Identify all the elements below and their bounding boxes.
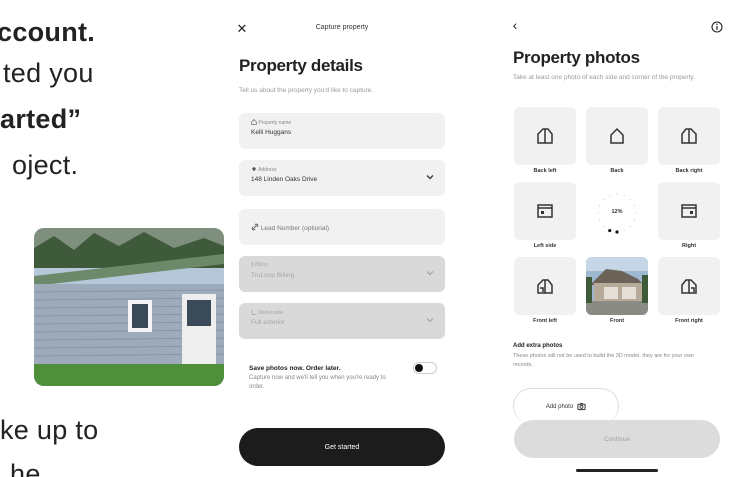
address-field[interactable]: Address 148 Linden Oaks Drive	[239, 160, 445, 196]
tile-label-back-left: Back left	[533, 168, 557, 174]
article-line-6: he	[10, 459, 41, 477]
tile-label-front-left: Front left	[533, 318, 557, 324]
add-photo-button[interactable]: Add photo	[513, 388, 619, 424]
progress-indicator: 12%	[586, 185, 648, 243]
tile-label-back: Back	[610, 168, 624, 174]
corner-house-icon	[681, 128, 697, 144]
tile-back-left[interactable]	[514, 107, 576, 165]
tile-back-right[interactable]	[658, 107, 720, 165]
article-column: ccount. ted you arted” oject. ke up to h…	[0, 0, 225, 477]
details-top-bar: ✕ Capture property	[227, 20, 457, 40]
progress-dot	[629, 225, 632, 228]
tile-label-right: Right	[681, 243, 697, 249]
progress-dot	[598, 205, 601, 207]
front-corner-icon	[681, 279, 697, 294]
chevron-down-icon	[426, 175, 434, 180]
front-corner-icon	[537, 279, 553, 294]
extra-photos-description: These photos will not be used to build t…	[513, 353, 694, 368]
progress-dot	[623, 229, 625, 232]
tile-label-front-right: Front right	[675, 318, 703, 324]
article-line-5: ke up to	[0, 415, 99, 445]
tile-label-front: Front	[609, 318, 625, 324]
get-started-button[interactable]: Get started	[239, 428, 445, 466]
link-icon	[251, 223, 259, 231]
progress-dot	[629, 198, 632, 201]
property-name-field[interactable]: Property name Kelli Huggans	[239, 113, 445, 149]
chevron-down-icon	[426, 318, 434, 323]
home-indicator	[576, 469, 658, 472]
progress-dot	[602, 198, 605, 201]
home-icon	[251, 119, 257, 125]
progress-dot	[623, 194, 625, 197]
page-title: Property details	[239, 56, 363, 75]
article-line-3: arted”	[0, 104, 82, 134]
continue-button[interactable]: Continue	[514, 420, 720, 458]
lead-number-field[interactable]: Lead Number (optional)	[239, 209, 445, 245]
tile-back[interactable]	[586, 107, 648, 165]
bill-to-label: Bill to	[255, 262, 268, 268]
progress-dot	[616, 193, 618, 195]
progress-dot	[598, 219, 601, 221]
bill-to-value: TruLoop Billing	[251, 272, 295, 279]
save-later-description: Capture now and we'll tell you when you'…	[249, 375, 386, 390]
tile-front-left[interactable]	[514, 257, 576, 315]
property-details-screen: ✕ Capture property Property details Tell…	[227, 0, 457, 477]
progress-dot	[608, 228, 612, 233]
progress-dot	[602, 225, 605, 228]
corner-house-icon	[537, 128, 553, 144]
tile-label-left-side: Left side	[533, 243, 557, 249]
bill-to-field: $ Bill to TruLoop Billing	[239, 256, 445, 292]
wall-icon	[681, 204, 697, 218]
progress-dot	[633, 205, 636, 207]
tile-front-right[interactable]	[658, 257, 720, 315]
deliverable-icon	[251, 309, 256, 315]
address-value: 148 Linden Oaks Drive	[251, 176, 318, 183]
pin-icon	[252, 167, 256, 172]
front-photo-thumbnail[interactable]	[586, 257, 648, 315]
article-line-1: ccount.	[0, 17, 96, 47]
property-name-label: Property name	[258, 120, 292, 126]
progress-dot	[633, 219, 636, 221]
camera-icon	[577, 403, 586, 411]
deliverable-label: Deliverable	[258, 310, 284, 316]
photos-subtitle: Take at least one photo of each side and…	[513, 74, 695, 81]
house-photo	[34, 228, 224, 386]
page-subtitle: Tell us about the property you'd like to…	[239, 87, 374, 94]
photos-title: Property photos	[513, 48, 640, 67]
tile-right[interactable]	[658, 182, 720, 240]
toggle-knob	[415, 364, 423, 372]
address-label: Address	[258, 167, 277, 173]
extra-photos-title: Add extra photos	[513, 343, 563, 349]
info-icon[interactable]	[708, 18, 726, 36]
deliverable-field: Deliverable Full exterior	[239, 303, 445, 339]
progress-dot	[615, 230, 619, 234]
save-later-title: Save photos now. Order later.	[249, 365, 341, 372]
chevron-left-icon[interactable]: ‹	[506, 16, 524, 34]
dollar-icon: $	[251, 262, 254, 268]
progress-dot	[609, 194, 611, 197]
tile-label-back-right: Back right	[675, 168, 703, 174]
house-icon	[610, 127, 624, 144]
chevron-down-icon	[426, 271, 434, 276]
property-name-value: Kelli Huggans	[251, 129, 292, 136]
tile-left-side[interactable]	[514, 182, 576, 240]
save-later-toggle[interactable]	[413, 362, 437, 374]
progress-text: 12%	[611, 209, 623, 215]
photos-top-bar: ‹	[500, 17, 736, 40]
wall-icon	[537, 204, 553, 218]
add-photo-label: Add photo	[545, 403, 574, 410]
article-line-2: ted you	[3, 58, 94, 88]
lead-number-placeholder: Lead Number (optional)	[260, 225, 330, 232]
article-line-4: oject.	[12, 150, 79, 180]
capture-property-title: Capture property	[315, 24, 369, 31]
property-photos-screen: ‹ Property photos Take at least one phot…	[500, 0, 736, 477]
deliverable-value: Full exterior	[251, 319, 285, 326]
